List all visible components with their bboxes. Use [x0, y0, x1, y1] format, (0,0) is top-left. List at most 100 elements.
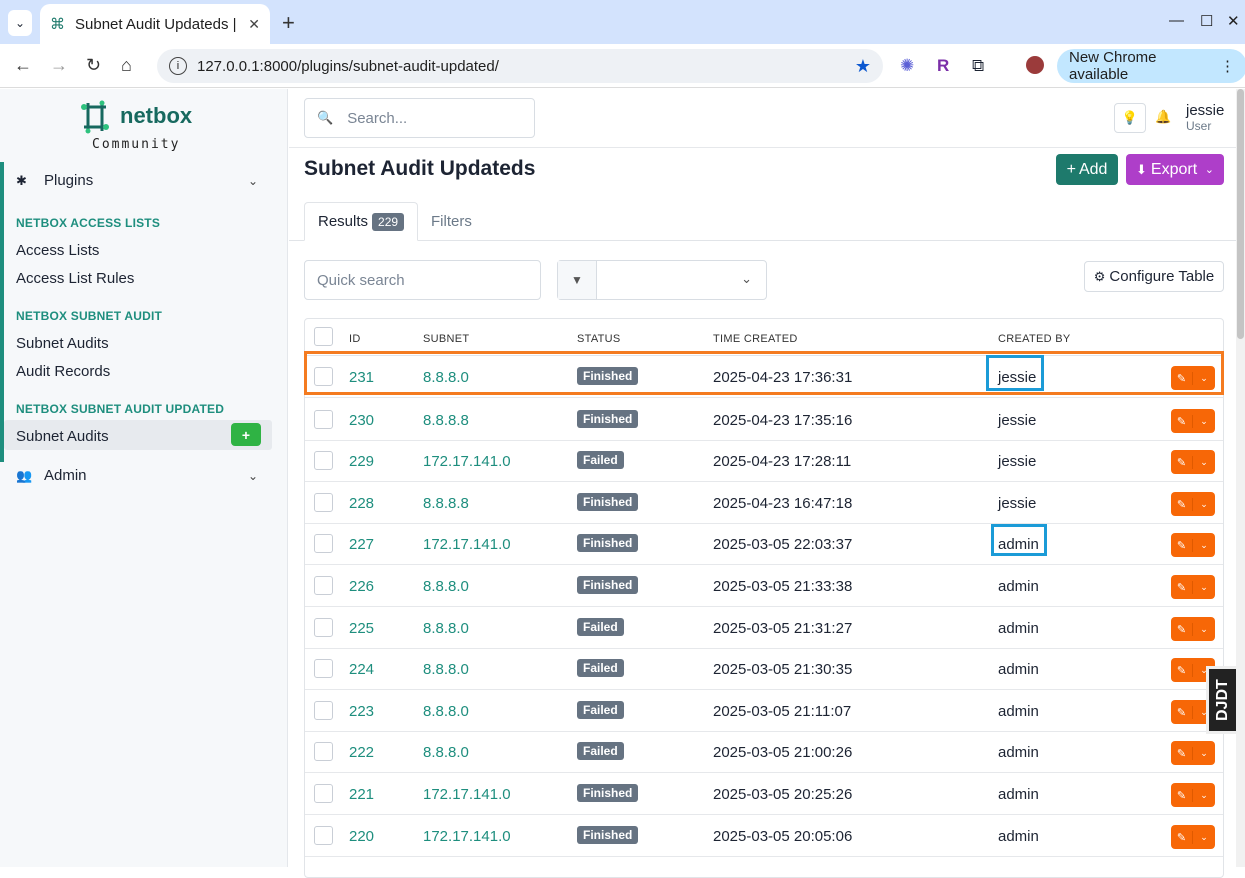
row-subnet-link[interactable]: 172.17.141.0	[423, 786, 511, 803]
row-actions[interactable]: ✎ ⌄	[1171, 575, 1215, 599]
edit-pencil-icon[interactable]: ✎	[1171, 455, 1193, 469]
back-icon[interactable]: ←	[14, 55, 32, 76]
row-actions[interactable]: ✎ ⌄	[1171, 741, 1215, 765]
profile-avatar[interactable]	[1026, 56, 1044, 74]
extensions-puzzle-icon[interactable]: ⧉	[972, 56, 984, 76]
row-actions[interactable]: ✎ ⌄	[1171, 783, 1215, 807]
select-all-checkbox[interactable]	[314, 327, 333, 346]
row-created-by[interactable]: admin	[998, 828, 1039, 845]
close-window-icon[interactable]: ✕	[1227, 12, 1240, 30]
home-icon[interactable]: ⌂	[121, 55, 132, 76]
minimize-icon[interactable]: —	[1169, 12, 1184, 29]
row-checkbox[interactable]	[314, 784, 333, 803]
row-subnet-link[interactable]: 8.8.8.8	[423, 495, 469, 512]
configure-table-button[interactable]: ⚙ Configure Table	[1084, 261, 1224, 292]
row-checkbox[interactable]	[314, 576, 333, 595]
row-created-by[interactable]: admin	[998, 786, 1039, 803]
row-checkbox[interactable]	[314, 410, 333, 429]
row-subnet-link[interactable]: 8.8.8.0	[423, 744, 469, 761]
row-id-link[interactable]: 225	[349, 620, 374, 637]
row-checkbox[interactable]	[314, 701, 333, 720]
chevron-down-icon[interactable]: ⌄	[248, 174, 258, 188]
row-checkbox[interactable]	[314, 451, 333, 470]
edit-pencil-icon[interactable]: ✎	[1171, 538, 1193, 552]
nav-group-plugins[interactable]: ✱ Plugins	[16, 172, 93, 189]
close-tab-icon[interactable]: ✕	[248, 16, 260, 33]
row-checkbox[interactable]	[314, 742, 333, 761]
new-chrome-button[interactable]: New Chrome available ⋮	[1057, 49, 1245, 83]
export-button[interactable]: ⬇ Export ⌄	[1126, 154, 1224, 185]
maximize-icon[interactable]: ☐	[1200, 12, 1213, 30]
column-header-subnet[interactable]: SUBNET	[423, 333, 469, 345]
row-id-link[interactable]: 230	[349, 412, 374, 429]
row-id-link[interactable]: 220	[349, 828, 374, 845]
row-created-by[interactable]: jessie	[998, 453, 1036, 470]
row-subnet-link[interactable]: 8.8.8.0	[423, 661, 469, 678]
row-subnet-link[interactable]: 172.17.141.0	[423, 828, 511, 845]
chevron-down-icon[interactable]: ⌄	[1193, 416, 1215, 427]
edit-pencil-icon[interactable]: ✎	[1171, 622, 1193, 636]
row-subnet-link[interactable]: 172.17.141.0	[423, 453, 511, 470]
search-input[interactable]: 🔍 Search...	[304, 98, 535, 138]
new-tab-button[interactable]: +	[282, 10, 295, 36]
tab-filters[interactable]: Filters	[431, 213, 472, 230]
row-created-by[interactable]: admin	[998, 578, 1039, 595]
row-id-link[interactable]: 226	[349, 578, 374, 595]
netbox-logo[interactable]: netbox Community	[78, 99, 208, 154]
nav-group-admin[interactable]: 👥 Admin	[16, 467, 87, 484]
row-id-link[interactable]: 224	[349, 661, 374, 678]
chevron-down-icon[interactable]: ⌄	[1193, 790, 1215, 801]
browser-tab[interactable]: ⌘ Subnet Audit Updateds | ✕	[40, 4, 270, 44]
row-actions[interactable]: ✎ ⌄	[1171, 825, 1215, 849]
theme-toggle-button[interactable]: 💡	[1114, 103, 1146, 133]
row-checkbox[interactable]	[314, 826, 333, 845]
edit-pencil-icon[interactable]: ✎	[1171, 663, 1193, 677]
sidebar-item-subnet-audits[interactable]: Subnet Audits	[16, 335, 109, 352]
column-header-status[interactable]: STATUS	[577, 333, 621, 345]
chevron-down-icon[interactable]: ⌄	[1193, 540, 1215, 551]
chevron-down-icon[interactable]: ⌄	[1193, 582, 1215, 593]
add-button[interactable]: + Add	[1056, 154, 1118, 185]
row-subnet-link[interactable]: 8.8.8.0	[423, 620, 469, 637]
row-id-link[interactable]: 221	[349, 786, 374, 803]
extension-r-icon[interactable]: R	[937, 56, 949, 76]
row-checkbox[interactable]	[314, 493, 333, 512]
quick-search-input[interactable]: Quick search	[304, 260, 541, 300]
row-id-link[interactable]: 227	[349, 536, 374, 553]
sidebar-item-access-list-rules[interactable]: Access List Rules	[16, 270, 134, 287]
sidebar-item-subnet-audits-updated[interactable]: Subnet Audits	[16, 428, 109, 445]
django-debug-toolbar-handle[interactable]: DJDT	[1206, 666, 1240, 734]
row-actions[interactable]: ✎ ⌄	[1171, 533, 1215, 557]
edit-pencil-icon[interactable]: ✎	[1171, 580, 1193, 594]
edit-pencil-icon[interactable]: ✎	[1171, 788, 1193, 802]
column-header-id[interactable]: ID	[349, 333, 361, 345]
row-checkbox[interactable]	[314, 534, 333, 553]
add-subnet-audit-button[interactable]: +	[231, 423, 261, 446]
row-checkbox[interactable]	[314, 618, 333, 637]
column-header-time-created[interactable]: TIME CREATED	[713, 333, 798, 345]
edit-pencil-icon[interactable]: ✎	[1171, 414, 1193, 428]
user-name[interactable]: jessie	[1186, 102, 1224, 119]
sidebar-item-access-lists[interactable]: Access Lists	[16, 242, 99, 259]
tab-results[interactable]: Results 229	[304, 202, 418, 241]
reload-icon[interactable]: ↻	[86, 55, 101, 76]
chevron-down-icon[interactable]: ⌄	[248, 469, 258, 483]
more-menu-icon[interactable]: ⋮	[1220, 57, 1235, 75]
row-created-by[interactable]: jessie	[998, 412, 1036, 429]
row-subnet-link[interactable]: 8.8.8.8	[423, 412, 469, 429]
row-created-by[interactable]: admin	[998, 703, 1039, 720]
edit-pencil-icon[interactable]: ✎	[1171, 746, 1193, 760]
extension-gear-icon[interactable]: ✺	[900, 56, 914, 76]
row-subnet-link[interactable]: 8.8.8.0	[423, 703, 469, 720]
row-created-by[interactable]: admin	[998, 620, 1039, 637]
chevron-down-icon[interactable]: ⌄	[1193, 457, 1215, 468]
row-created-by[interactable]: admin	[998, 661, 1039, 678]
sidebar-item-audit-records[interactable]: Audit Records	[16, 363, 110, 380]
saved-filter-select[interactable]: ▼ ⌄	[557, 260, 767, 300]
row-id-link[interactable]: 229	[349, 453, 374, 470]
row-id-link[interactable]: 223	[349, 703, 374, 720]
chevron-down-icon[interactable]: ⌄	[1193, 624, 1215, 635]
row-actions[interactable]: ✎ ⌄	[1171, 409, 1215, 433]
edit-pencil-icon[interactable]: ✎	[1171, 830, 1193, 844]
page-scrollbar[interactable]	[1236, 89, 1245, 867]
